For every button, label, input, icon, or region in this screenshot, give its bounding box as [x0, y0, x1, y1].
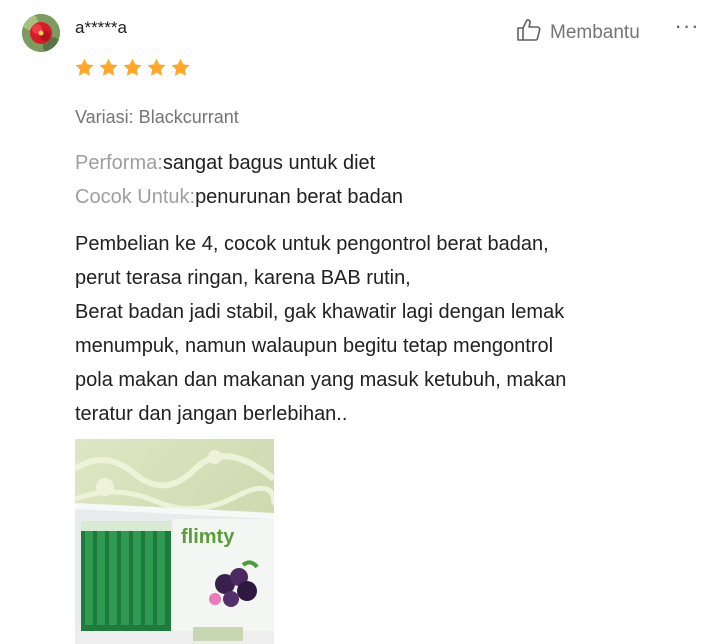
- product-photo-image: flimty: [75, 439, 274, 644]
- helpful-button[interactable]: Membantu: [516, 18, 640, 47]
- review-line: teratur dan jangan berlebihan..: [75, 403, 348, 425]
- star-icon: [98, 57, 119, 78]
- reviewer-username: a*****a: [75, 18, 127, 37]
- more-options-button[interactable]: ···: [674, 13, 700, 42]
- attribute-key: Cocok Untuk:: [75, 186, 196, 208]
- photo-brand-text: flimty: [181, 526, 235, 548]
- star-icon: [170, 57, 191, 78]
- review-line: menumpuk, namun walaupun begitu tetap me…: [75, 335, 554, 357]
- variation-label: Variasi: Blackcurrant: [75, 107, 239, 127]
- star-icon: [122, 57, 143, 78]
- attribute-key: Performa:: [75, 152, 163, 174]
- star-icon: [146, 57, 167, 78]
- review-line: pola makan dan makanan yang masuk ketubu…: [75, 369, 567, 391]
- attribute-suitable-for: Cocok Untuk:penurunan berat badan: [75, 186, 403, 209]
- helpful-label: Membantu: [550, 21, 640, 43]
- attribute-value: sangat bagus untuk diet: [162, 152, 376, 174]
- review-line: Pembelian ke 4, cocok untuk pengontrol b…: [75, 233, 549, 255]
- flower-avatar-icon: [22, 14, 60, 52]
- star-icon: [74, 57, 95, 78]
- thumbs-up-icon: [516, 18, 542, 47]
- more-dots-icon: ···: [674, 13, 700, 38]
- star-rating: [74, 57, 191, 78]
- attribute-value: penurunan berat badan: [195, 186, 404, 208]
- review-line: Berat badan jadi stabil, gak khawatir la…: [75, 301, 565, 323]
- review-line: perut terasa ringan, karena BAB rutin,: [75, 267, 411, 289]
- avatar[interactable]: [22, 14, 60, 52]
- attribute-performance: Performa:sangat bagus untuk diet: [75, 152, 375, 175]
- review-photo[interactable]: flimty: [75, 439, 274, 644]
- review-body: Pembelian ke 4, cocok untuk pengontrol b…: [75, 227, 695, 431]
